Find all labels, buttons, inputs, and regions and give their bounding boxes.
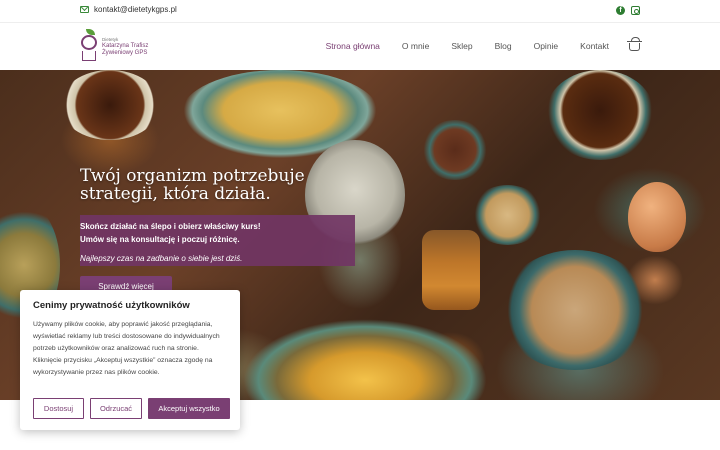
cookie-reject-button[interactable]: Odrzucać	[90, 398, 142, 419]
nav-item-shop[interactable]: Sklep	[451, 41, 472, 51]
logo-small: Dietetyk	[102, 36, 119, 42]
cookie-title: Cenimy prywatność użytkowników	[33, 300, 190, 311]
site-logo[interactable]: Dietetyk Katarzyna Trafisz Żywieniowy GP…	[80, 29, 148, 63]
cookie-body: Używamy plików cookie, aby poprawić jako…	[33, 321, 220, 376]
mail-icon	[80, 6, 89, 13]
nav-item-contact[interactable]: Kontakt	[580, 41, 609, 51]
cookie-buttons: Dostosuj Odrzucać Akceptuj wszystko	[33, 398, 230, 419]
social-links: f	[616, 6, 640, 15]
contact-email[interactable]: kontakt@dietetykgps.pl	[80, 5, 177, 14]
hero-text-box: Skończ działać na ślepo i obierz właściw…	[80, 215, 355, 266]
nav-item-blog[interactable]: Blog	[495, 41, 512, 51]
cookie-consent-dialog: Cenimy prywatność użytkowników Używamy p…	[20, 290, 240, 430]
top-bar: kontakt@dietetykgps.pl f	[0, 0, 720, 22]
instagram-icon[interactable]	[631, 6, 640, 15]
logo-text: Dietetyk Katarzyna Trafisz Żywieniowy GP…	[102, 36, 148, 57]
logo-name: Katarzyna Trafisz	[102, 42, 149, 49]
site-header: Dietetyk Katarzyna Trafisz Żywieniowy GP…	[0, 22, 720, 70]
logo-tagline: Żywieniowy GPS	[102, 49, 148, 56]
nav-item-home[interactable]: Strona główna	[326, 41, 380, 51]
apple-logo-icon	[80, 29, 98, 63]
basket-icon[interactable]	[627, 37, 642, 51]
hero-note: Najlepszy czas na zadbanie o siebie jest…	[80, 254, 243, 263]
hero-line-2: Umów się na konsultację i poczuj różnicę…	[80, 235, 240, 244]
nav-item-reviews[interactable]: Opinie	[534, 41, 559, 51]
hero-title: Twój organizm potrzebuje strategii, któr…	[80, 166, 305, 204]
facebook-icon[interactable]: f	[616, 6, 625, 15]
cookie-customize-button[interactable]: Dostosuj	[33, 398, 84, 419]
cookie-accept-button[interactable]: Akceptuj wszystko	[148, 398, 230, 419]
hero-line-1: Skończ działać na ślepo i obierz właściw…	[80, 222, 261, 231]
nav-item-about[interactable]: O mnie	[402, 41, 429, 51]
main-nav: Strona główna O mnie Sklep Blog Opinie K…	[304, 37, 642, 51]
contact-email-text[interactable]: kontakt@dietetykgps.pl	[94, 5, 177, 14]
